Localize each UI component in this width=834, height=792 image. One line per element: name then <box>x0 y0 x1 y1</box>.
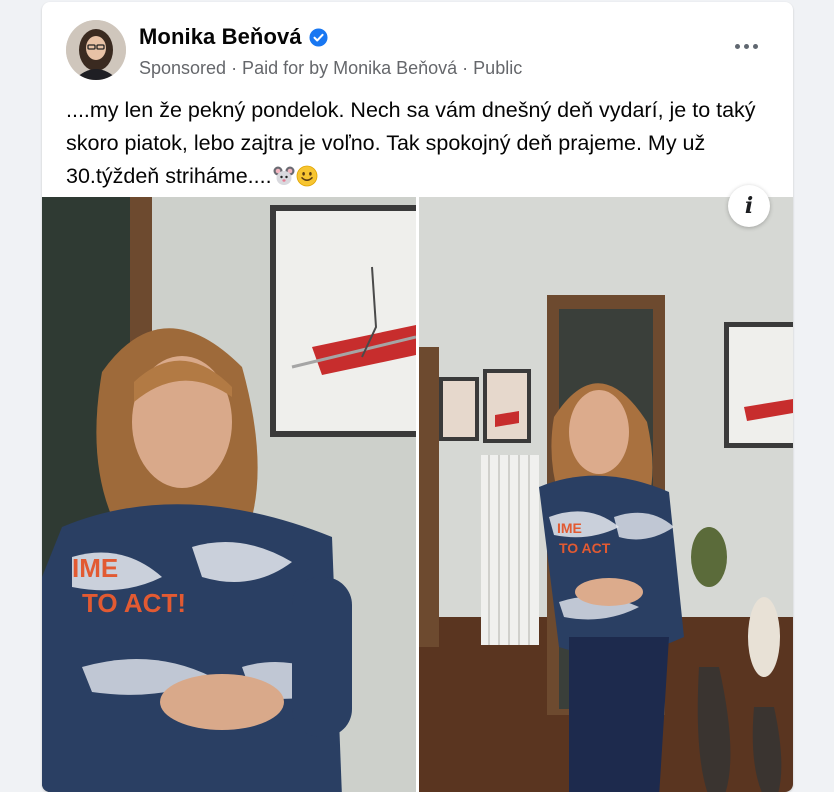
post-text: ....my len že pekný pondelok. Nech sa vá… <box>66 94 776 193</box>
post-photos: IME TO ACT! IME TO ACT <box>42 197 793 792</box>
svg-text:IME: IME <box>72 553 118 583</box>
verified-badge-icon <box>309 27 328 47</box>
smiling-face-emoji <box>296 164 318 187</box>
svg-text:TO ACT: TO ACT <box>559 540 611 556</box>
author-avatar[interactable] <box>66 20 126 80</box>
post-header: Monika Beňová Sponsored · Paid for by Mo… <box>42 2 793 82</box>
post-meta: Sponsored · Paid for by Monika Beňová · … <box>139 58 523 78</box>
svg-text:IME: IME <box>557 520 582 536</box>
post-card: Monika Beňová Sponsored · Paid for by Mo… <box>42 2 793 792</box>
svg-text:TO ACT!: TO ACT! <box>82 588 186 618</box>
mouse-face-emoji <box>273 164 295 186</box>
post-text-content: ....my len že pekný pondelok. Nech sa vá… <box>66 98 756 188</box>
author-name[interactable]: Monika Beňová <box>139 24 302 50</box>
author-name-row: Monika Beňová <box>139 24 328 50</box>
info-glyph: i <box>744 193 754 219</box>
info-icon[interactable]: i <box>728 185 770 227</box>
post-photo-2[interactable]: IME TO ACT <box>419 197 793 792</box>
post-photo-1[interactable]: IME TO ACT! <box>42 197 416 792</box>
more-options-icon[interactable] <box>729 32 763 60</box>
